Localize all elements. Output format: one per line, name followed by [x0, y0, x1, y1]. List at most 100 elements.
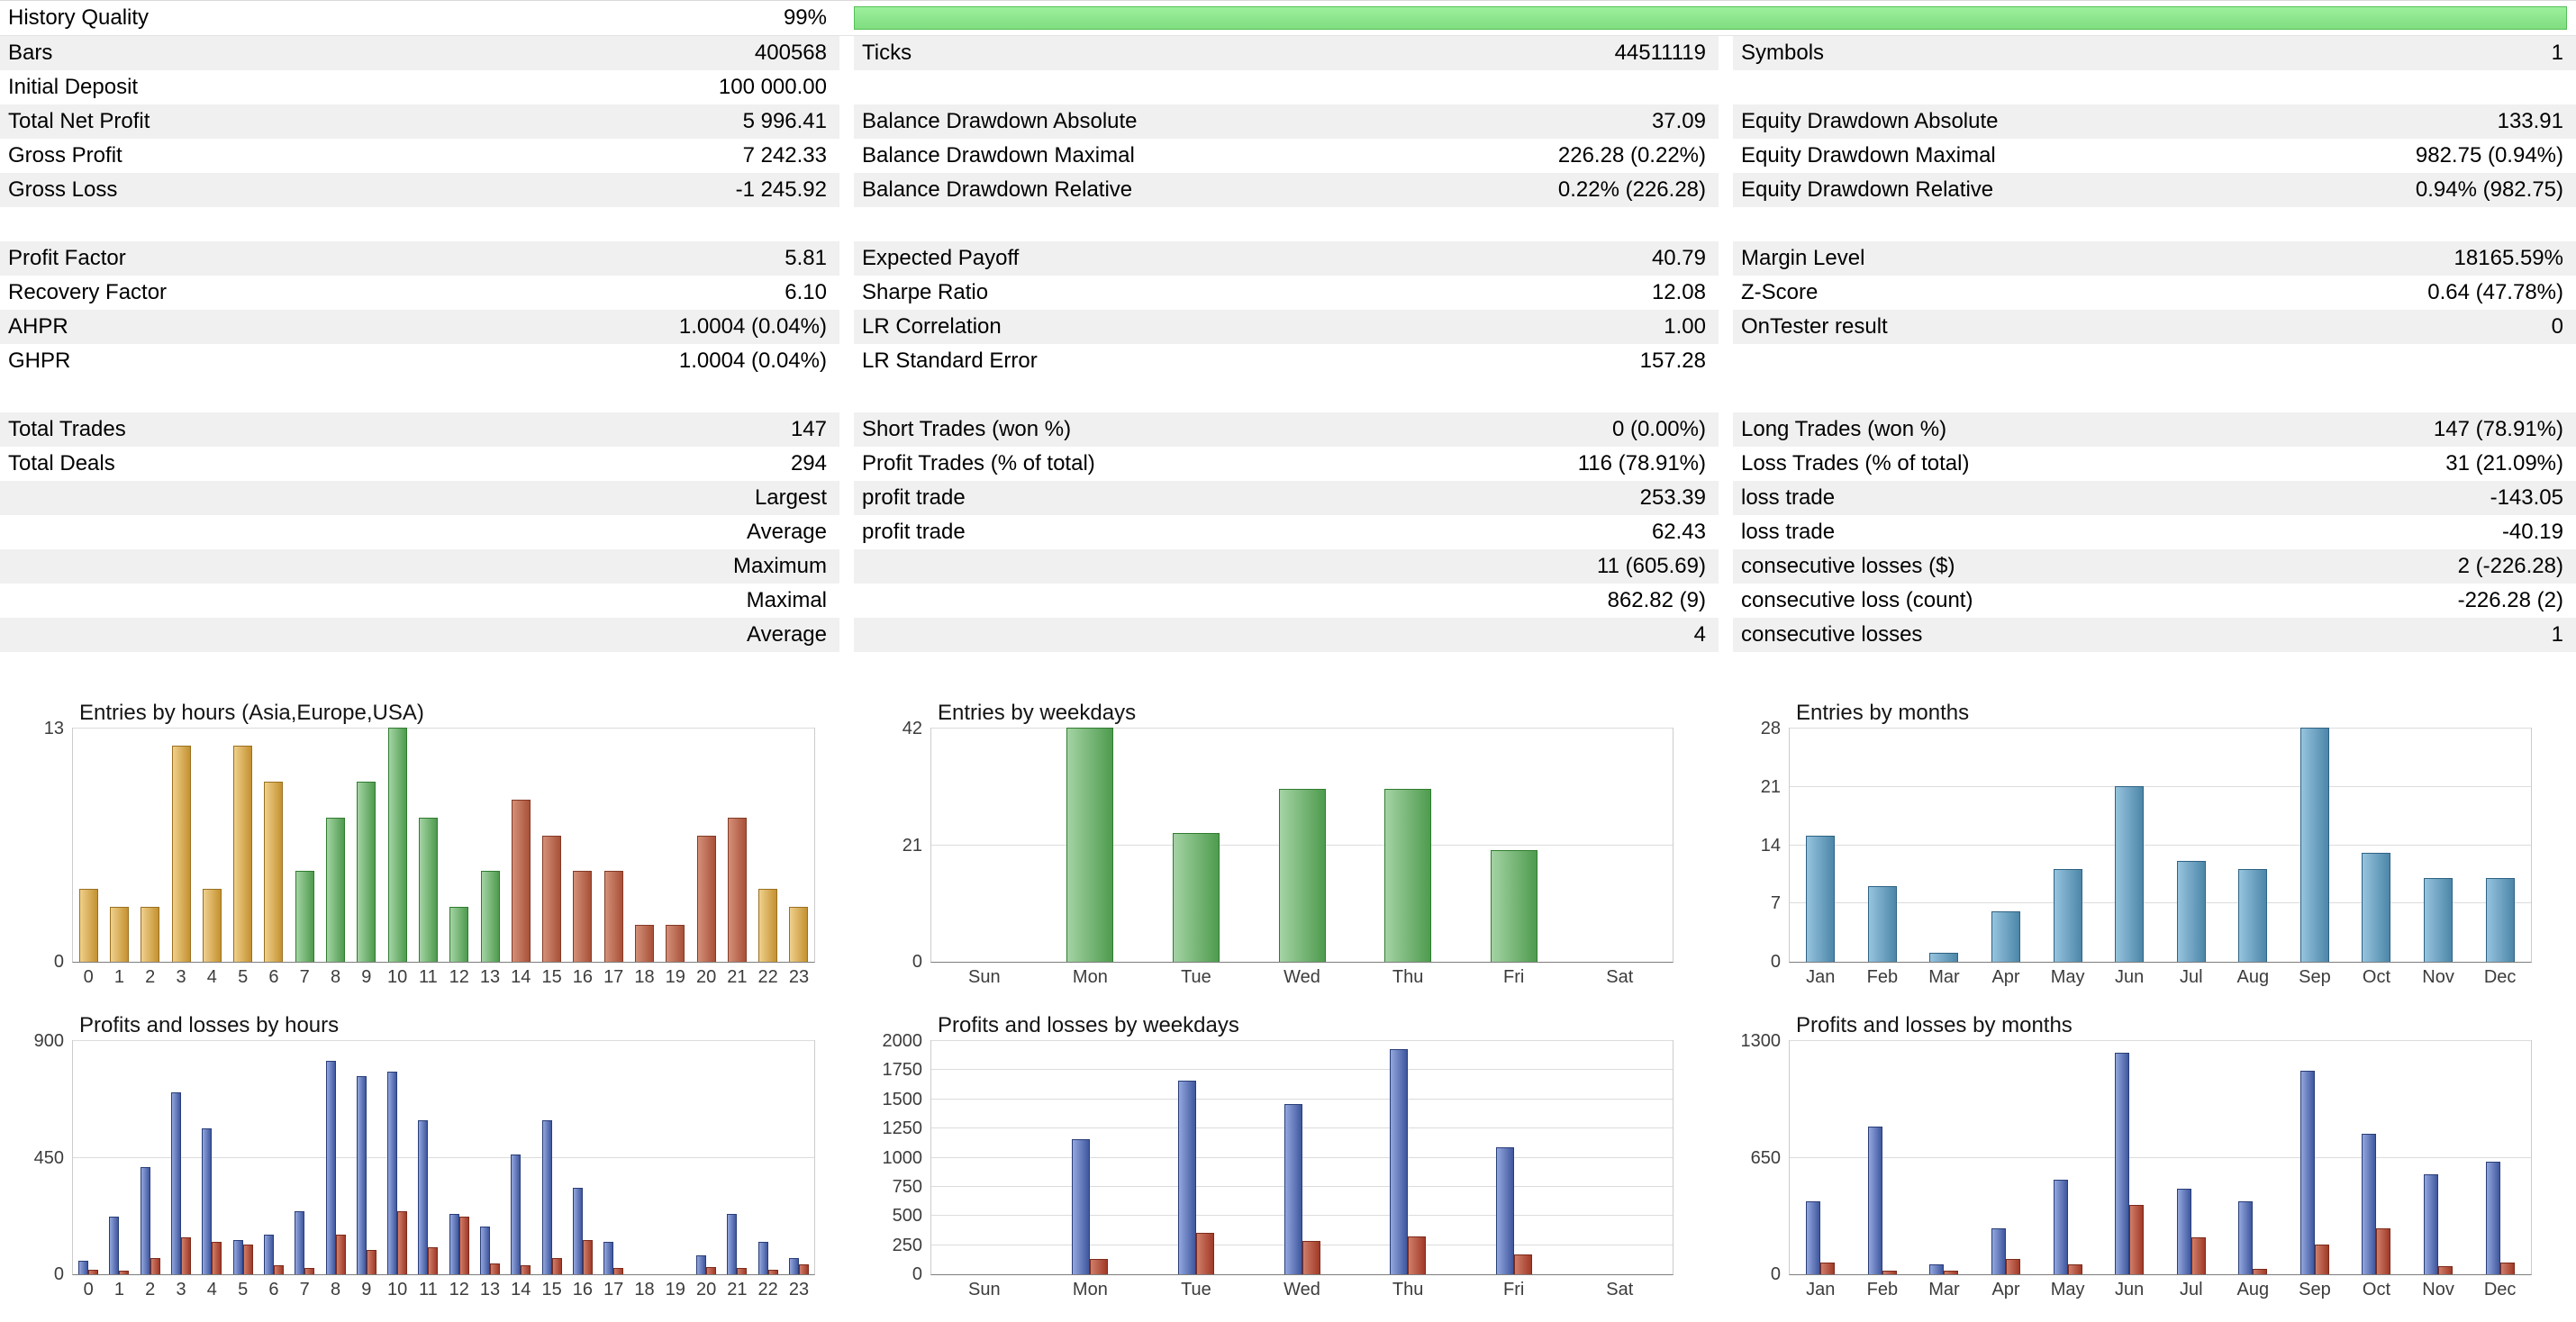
bar: [2238, 869, 2267, 962]
bar: [295, 1211, 304, 1274]
stats-row: Averageprofit trade62.43loss trade-40.19: [0, 515, 2576, 549]
y-tick-label: 1750: [883, 1061, 932, 1079]
chart-plot-area: 06501300JanFebMarAprMayJunJulAugSepOctNo…: [1789, 1040, 2532, 1275]
chart-title: Profits and losses by months: [1796, 1013, 2073, 1038]
bar-slot: [135, 729, 166, 962]
bar: [2424, 878, 2453, 963]
x-tick-label: Sat: [1566, 1280, 1673, 1300]
y-tick-label: 900: [34, 1032, 73, 1050]
stat-cell: Gross Loss-1 245.92: [0, 173, 839, 207]
bar-slot: [259, 729, 289, 962]
stat-cell: Z-Score0.64 (47.78%): [1733, 276, 2576, 310]
x-axis-labels: SunMonTueWedThuFriSat: [931, 967, 1673, 988]
bar-slot: [1566, 729, 1673, 962]
stat-value: 1.0004 (0.04%): [679, 344, 839, 378]
x-tick-label: 14: [505, 1280, 536, 1300]
bar: [666, 925, 685, 962]
x-tick-label: 10: [382, 967, 413, 988]
stat-label: [854, 70, 1706, 104]
bar: [1929, 953, 1958, 962]
bar-slot: [1461, 729, 1567, 962]
x-tick-label: Mar: [1913, 967, 1975, 988]
bar: [2068, 1264, 2082, 1274]
bar-slot: [104, 729, 134, 962]
stat-value: 5 996.41: [743, 104, 839, 139]
column-gap: [839, 36, 854, 70]
column-gap: [839, 447, 854, 481]
stat-label: Bars: [0, 36, 755, 70]
column-gap: [1719, 104, 1733, 139]
x-tick-label: 15: [536, 1280, 567, 1300]
bar-slot: [1038, 1041, 1144, 1274]
stat-value: 6.10: [785, 276, 839, 310]
stat-label: loss trade: [1733, 481, 2490, 515]
x-tick-label: 2: [135, 1280, 166, 1300]
history-quality-bar-track: [854, 1, 2576, 35]
bar: [1384, 789, 1431, 962]
y-tick-label: 0: [54, 1265, 73, 1283]
stat-value: 253.39: [1640, 481, 1719, 515]
bar-slot: [1975, 729, 2037, 962]
x-tick-label: 3: [166, 1280, 196, 1300]
bar-slot: [598, 1041, 629, 1274]
bar: [1991, 911, 2020, 963]
stats-row: AHPR1.0004 (0.04%)LR Correlation1.00OnTe…: [0, 310, 2576, 344]
bar: [387, 1072, 397, 1274]
bar: [264, 1235, 274, 1274]
stat-cell: Sharpe Ratio12.08: [854, 276, 1719, 310]
stat-cell: 862.82 (9): [854, 584, 1719, 618]
stat-cell: Balance Drawdown Maximal226.28 (0.22%): [854, 139, 1719, 173]
x-tick-label: Aug: [2222, 967, 2284, 988]
bar-slot: [2345, 729, 2408, 962]
stat-cell: consecutive losses1: [1733, 618, 2576, 652]
stat-cell: Largest: [0, 481, 839, 515]
x-tick-label: Fri: [1461, 967, 1567, 988]
column-gap: [1719, 584, 1733, 618]
bar-slot: [2160, 1041, 2222, 1274]
stat-cell: Profit Factor5.81: [0, 241, 839, 276]
bar-slot: [444, 729, 475, 962]
stat-cell: Ticks44511119: [854, 36, 1719, 70]
bar: [1178, 1081, 1196, 1274]
stat-value: 226.28 (0.22%): [1558, 139, 1719, 173]
bar-slot: [629, 1041, 659, 1274]
stat-label: Margin Level: [1733, 241, 2454, 276]
x-tick-label: Jan: [1790, 967, 1852, 988]
bar: [511, 1154, 521, 1274]
bar-slot: [660, 729, 691, 962]
chart-plot-area: 0130123456789101112131415161718192021222…: [72, 728, 815, 963]
stat-label: consecutive losses: [1733, 618, 2552, 652]
bar: [2054, 869, 2082, 962]
stats-table: History Quality99%Bars400568Ticks4451111…: [0, 0, 2576, 652]
x-tick-label: 6: [259, 967, 289, 988]
x-tick-label: 16: [567, 1280, 598, 1300]
bar-slot: [505, 1041, 536, 1274]
x-tick-label: 11: [413, 1280, 443, 1300]
bar: [212, 1242, 222, 1274]
stat-value: 1.00: [1664, 310, 1719, 344]
stat-label: Z-Score: [1733, 276, 2427, 310]
stat-cell: Recovery Factor6.10: [0, 276, 839, 310]
bar: [758, 889, 777, 962]
stat-label: Recovery Factor: [0, 276, 785, 310]
y-tick-label: 1000: [883, 1149, 932, 1167]
bar: [243, 1245, 253, 1274]
bar: [171, 1092, 181, 1274]
bar-slot: [1852, 1041, 1914, 1274]
bars-container: [931, 1041, 1673, 1274]
stats-row: Gross Loss-1 245.92Balance Drawdown Rela…: [0, 173, 2576, 207]
y-tick-label: 0: [912, 1265, 931, 1283]
stat-value: 0.64 (47.78%): [2427, 276, 2576, 310]
y-tick-label: 14: [1761, 837, 1790, 855]
bar-slot: [413, 1041, 443, 1274]
stat-value: 0.22% (226.28): [1558, 173, 1719, 207]
x-tick-label: 0: [73, 967, 104, 988]
stat-label: [1733, 344, 2563, 378]
y-tick-label: 1300: [1741, 1032, 1791, 1050]
x-axis-labels: JanFebMarAprMayJunJulAugSepOctNovDec: [1790, 967, 2531, 988]
bar-slot: [721, 729, 752, 962]
y-tick-label: 1250: [883, 1119, 932, 1137]
y-tick-label: 21: [1761, 778, 1790, 796]
bar-slot: [1790, 1041, 1852, 1274]
stat-cell: Expected Payoff40.79: [854, 241, 1719, 276]
